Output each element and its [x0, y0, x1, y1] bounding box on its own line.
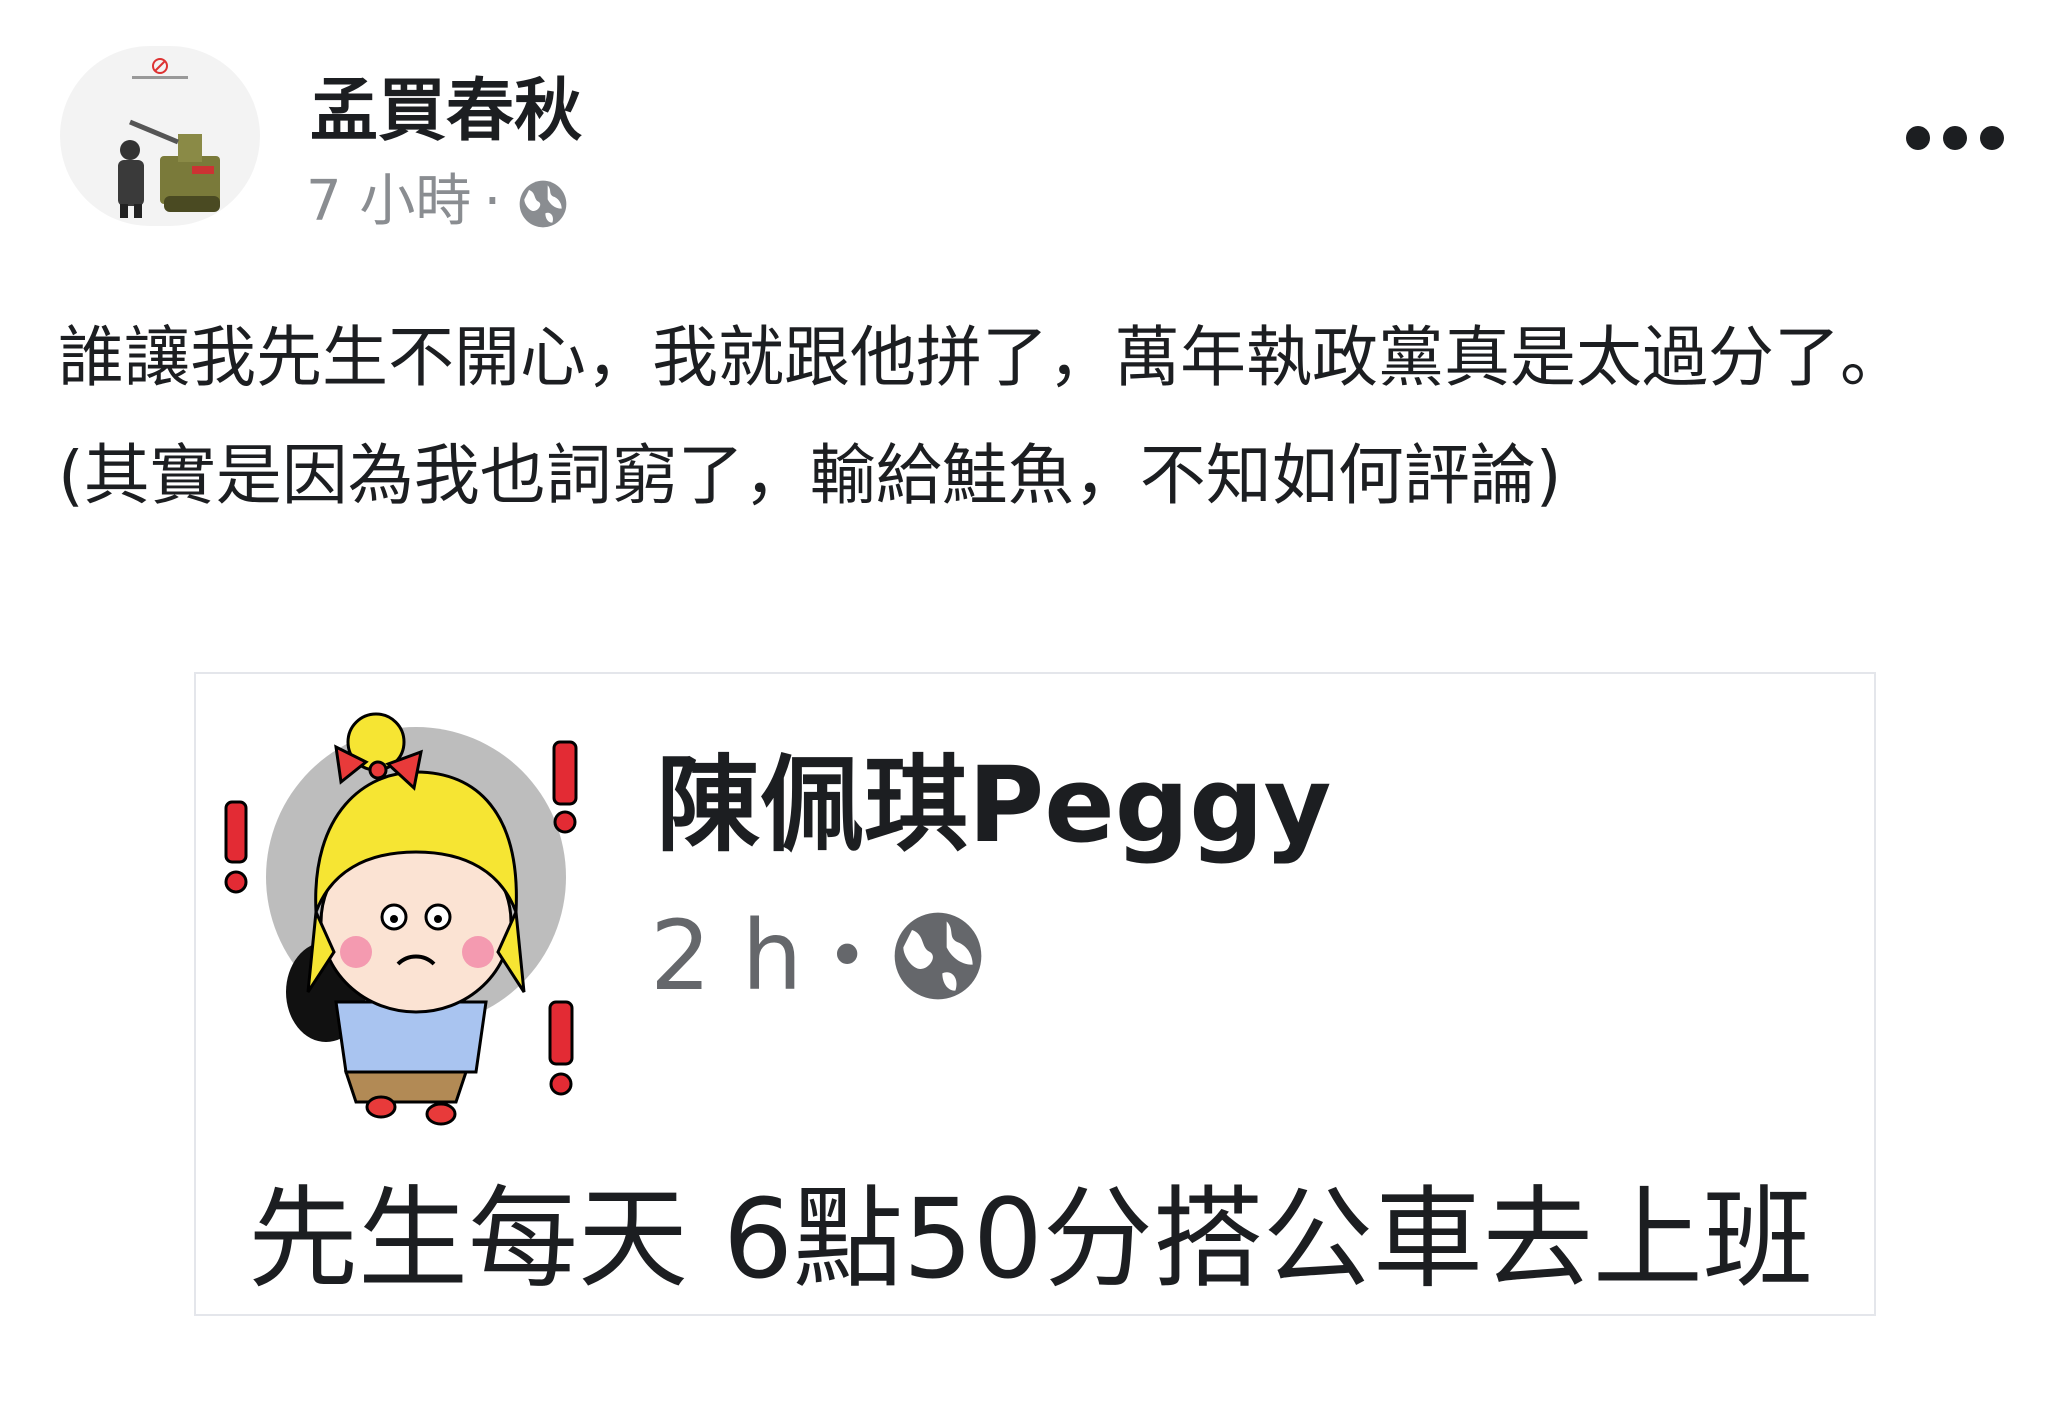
page-avatar[interactable] — [60, 46, 260, 226]
shared-author-name: 陳佩琪Peggy — [656, 744, 1332, 866]
post-message: 誰讓我先生不開心，我就跟他拼了，萬年執政黨真是太過分了。 (其實是因為我也詞窮了… — [58, 310, 1988, 524]
meta-separator: • — [826, 915, 868, 997]
author-name[interactable]: 孟買春秋 — [310, 72, 582, 152]
globe-icon — [886, 904, 990, 1008]
shared-post-card[interactable]: 陳佩琪Peggy 2 h • 先生每天 6點50分搭公車去上班 — [194, 672, 1876, 1316]
post-paragraph: (其實是因為我也詞窮了，輸給鮭魚，不知如何評論) — [58, 437, 1562, 514]
post-meta: 7 小時 · — [306, 162, 571, 242]
meta-separator: · — [483, 169, 502, 234]
shared-author-avatar — [216, 702, 596, 1132]
cartoon-girl-image — [224, 712, 578, 1126]
exclamation-icon — [224, 800, 248, 894]
shared-post-meta: 2 h • — [650, 896, 990, 1016]
more-options-button[interactable] — [1900, 108, 2010, 168]
globe-icon[interactable] — [515, 174, 571, 230]
post-paragraph: 誰讓我先生不開心，我就跟他拼了，萬年執政黨真是太過分了。 — [58, 319, 1906, 396]
tank-avatar-image — [118, 58, 220, 218]
post-timestamp[interactable]: 7 小時 — [306, 162, 471, 242]
more-options-icon — [1906, 126, 2004, 150]
shared-post-text: 先生每天 6點50分搭公車去上班 — [248, 1175, 1813, 1303]
shared-post-timestamp: 2 h — [650, 900, 803, 1012]
